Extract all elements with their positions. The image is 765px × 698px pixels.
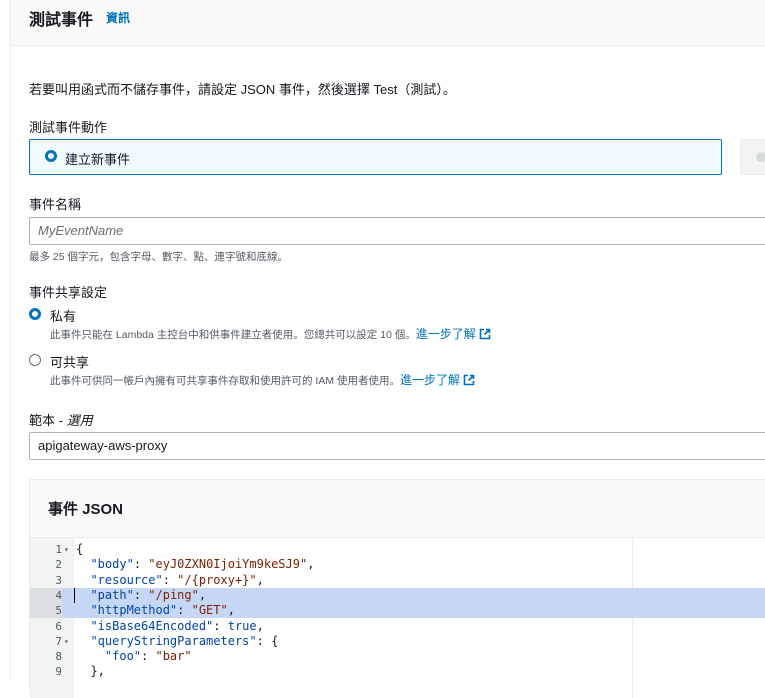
- code-text: "body": "eyJ0ZXN0IjoiYm9keSJ9",: [90, 557, 315, 572]
- code-text: "httpMethod": "GET",: [90, 603, 235, 618]
- shareable-label: 可共享: [50, 355, 90, 370]
- code-line[interactable]: 9 },: [30, 664, 765, 679]
- radio-selected-icon[interactable]: [45, 150, 57, 162]
- code-text: "path": "/ping",: [90, 587, 207, 602]
- code-line[interactable]: 7 ▾ "queryStringParameters": {: [30, 634, 765, 649]
- external-link-icon: [463, 374, 475, 386]
- line-number: 7: [55, 634, 62, 648]
- event-name-label: 事件名稱: [29, 197, 82, 212]
- event-json-title: 事件 JSON: [48, 501, 124, 518]
- sharing-label: 事件共享設定: [29, 285, 108, 300]
- private-desc: 此事件只能在 Lambda 主控台中和供事件建立者使用。您總共可以設定 10 個…: [50, 325, 491, 342]
- edit-saved-event-tile[interactable]: [740, 139, 765, 175]
- code-text: "queryStringParameters": {: [90, 633, 279, 648]
- template-label: 範本 - 選用: [29, 413, 93, 428]
- line-number: 2: [55, 558, 62, 572]
- code-line[interactable]: 3 "resource": "/{proxy+}",: [30, 573, 765, 588]
- event-name-hint: 最多 25 個字元，包含字母、數字、點、連字號和底線。: [29, 251, 289, 263]
- line-number: 6: [55, 619, 62, 633]
- text-cursor: [74, 587, 75, 604]
- line-number: 9: [55, 665, 62, 679]
- code-editor[interactable]: 1 ▾{2 "body": "eyJ0ZXN0IjoiYm9keSJ9", 3 "r…: [30, 537, 765, 698]
- code-line[interactable]: 4 "path": "/ping",: [30, 587, 765, 604]
- code-line[interactable]: 1 ▾ {: [30, 542, 765, 557]
- learn-more-link-private[interactable]: 進一步了解: [416, 327, 476, 341]
- description-text: 若要叫用函式而不儲存事件，請設定 JSON 事件，然後選擇 Test（測試）。: [29, 82, 456, 97]
- radio-disabled-icon: [756, 152, 765, 162]
- code-line[interactable]: 2 "body": "eyJ0ZXN0IjoiYm9keSJ9",: [30, 557, 765, 572]
- private-label: 私有: [50, 309, 77, 324]
- create-new-event-tile[interactable]: 建立新事件: [29, 139, 722, 175]
- code-line[interactable]: 6 "isBase64Encoded": true,: [30, 619, 765, 634]
- code-text: {: [76, 542, 84, 556]
- code-text: "resource": "/{proxy+}",: [90, 572, 264, 587]
- line-number: 5: [30, 603, 62, 619]
- code-text: "isBase64Encoded": true,: [90, 618, 264, 633]
- left-border: [10, 0, 11, 680]
- line-number: 3: [55, 573, 62, 587]
- line-number: 8: [55, 650, 62, 664]
- code-line[interactable]: 5 "httpMethod": "GET",: [30, 603, 765, 619]
- fold-toggle-icon[interactable]: ▾: [64, 634, 69, 649]
- line-number: 1: [55, 543, 62, 556]
- shareable-desc: 此事件可供同一帳戶內擁有可共享事件存取和使用許可的 IAM 使用者使用。進一步了…: [50, 371, 475, 388]
- code-line[interactable]: 8 "foo": "bar": [30, 649, 765, 664]
- code-text: "foo": "bar": [104, 649, 192, 664]
- radio-selected-icon[interactable]: [29, 308, 41, 320]
- event-json-panel: 事件 JSON 1 ▾{2 "body": "eyJ0ZXN0IjoiYm9keS…: [29, 479, 765, 698]
- page-title: 測試事件: [29, 12, 94, 29]
- template-select[interactable]: apigateway-aws-proxy: [29, 432, 765, 460]
- create-new-event-label: 建立新事件: [65, 152, 131, 167]
- learn-more-link-shareable[interactable]: 進一步了解: [400, 373, 460, 387]
- event-action-label: 測試事件動作: [29, 120, 108, 135]
- external-link-icon: [479, 328, 491, 340]
- code-text: },: [76, 664, 105, 679]
- line-number: 4: [30, 587, 62, 604]
- radio-unselected-icon[interactable]: [29, 354, 41, 366]
- fold-toggle-icon[interactable]: ▾: [64, 542, 69, 557]
- event-name-input[interactable]: MyEventName: [29, 217, 765, 245]
- info-link[interactable]: 資訊: [106, 9, 130, 26]
